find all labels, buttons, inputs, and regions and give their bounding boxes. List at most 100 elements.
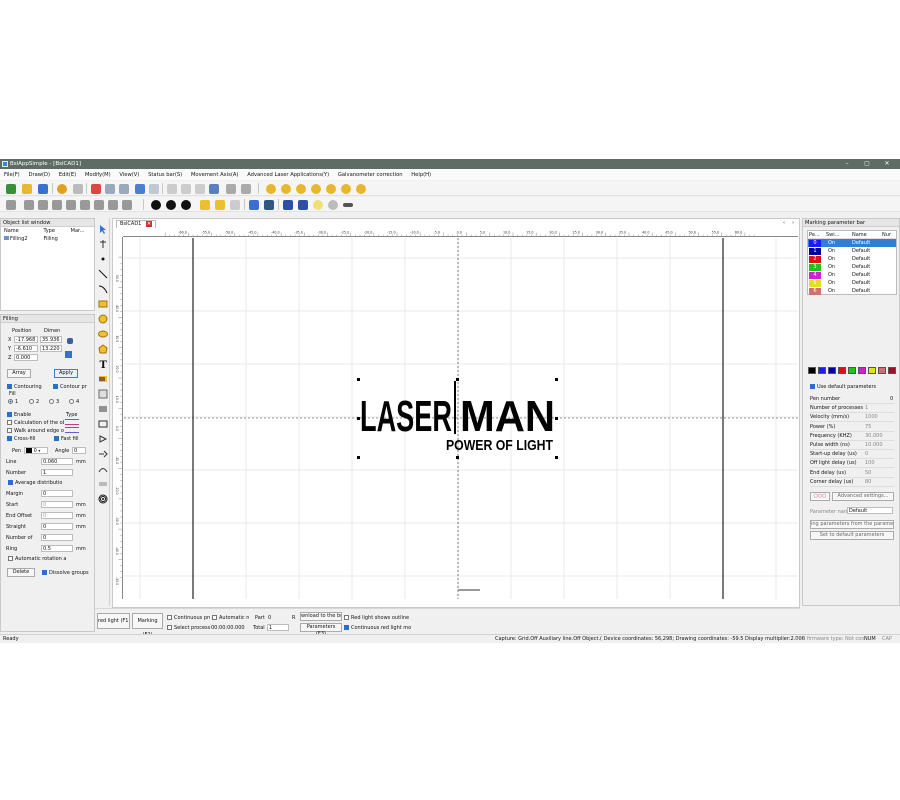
red-outline-checkbox[interactable] (344, 615, 349, 620)
align-top-icon[interactable] (66, 200, 76, 210)
menu-modify[interactable]: Modify(M) (81, 169, 114, 178)
close-circle-icon[interactable] (181, 200, 191, 210)
menu-draw[interactable]: Draw(D) (24, 169, 53, 178)
column-type[interactable]: Type (40, 227, 67, 235)
enable-checkbox[interactable] (7, 412, 12, 417)
zoom-page-icon[interactable] (326, 184, 336, 194)
polygon-tool-icon[interactable] (98, 344, 108, 354)
unlock-icon[interactable] (215, 200, 225, 210)
spiral-tool-icon[interactable] (98, 494, 108, 504)
pen-color-swatch[interactable] (828, 367, 836, 374)
menu-movement-axis[interactable]: Movement Axis(A) (187, 169, 242, 178)
pen-row[interactable]: 5 On Default (808, 279, 896, 287)
angle-input[interactable]: 0 (72, 447, 86, 454)
parameter-value[interactable]: 0 (865, 451, 868, 457)
delete-button[interactable]: Delete (7, 568, 35, 577)
pen-color-swatch[interactable] (838, 367, 846, 374)
array-button[interactable]: Array (7, 369, 31, 378)
half-circle-icon[interactable] (166, 200, 176, 210)
text-tool-icon[interactable]: T (98, 359, 108, 369)
copy-icon[interactable] (105, 184, 115, 194)
timer-tool-icon[interactable] (98, 419, 108, 429)
same-width-icon[interactable] (108, 200, 118, 210)
lock-icon[interactable] (200, 200, 210, 210)
light-icon[interactable] (313, 200, 323, 210)
output-port-icon[interactable] (98, 449, 108, 459)
lock-ratio-icon[interactable] (67, 338, 73, 344)
line-input[interactable]: 0.060 (41, 458, 73, 465)
align-icon[interactable] (226, 184, 236, 194)
undo-icon[interactable] (135, 184, 145, 194)
continuous-red-checkbox[interactable] (344, 625, 349, 630)
align-center-icon[interactable] (38, 200, 48, 210)
image-icon[interactable] (209, 184, 219, 194)
apply-button[interactable]: Apply (54, 369, 78, 378)
redo-icon[interactable] (149, 184, 159, 194)
tab-scroll-left-icon[interactable]: ‹ (783, 220, 785, 226)
layer-icon[interactable] (230, 200, 240, 210)
pen-color-swatch[interactable] (848, 367, 856, 374)
same-height-icon[interactable] (122, 200, 132, 210)
menu-advanced-laser[interactable]: Advanced Laser Applications(Y) (243, 169, 332, 178)
barcode-tool-icon[interactable] (98, 374, 108, 384)
fast-fill-checkbox[interactable] (54, 436, 59, 441)
pen-switch[interactable]: On (828, 280, 835, 286)
marking-button[interactable]: Marking (F2) (132, 613, 163, 638)
print-icon[interactable] (73, 184, 83, 194)
cross-fill-checkbox[interactable] (7, 436, 12, 441)
circle-marker-icon[interactable] (151, 200, 161, 210)
advanced-settings-button[interactable]: Advanced settings... (832, 492, 894, 501)
point-tool-icon[interactable] (98, 254, 108, 264)
zoom-fit-icon[interactable] (296, 184, 306, 194)
pen-color-swatch[interactable] (818, 367, 826, 374)
parameters-button[interactable]: Parameters (F3) (300, 623, 342, 637)
circle-tool-icon[interactable] (98, 314, 108, 324)
bitmap-tool-icon[interactable] (98, 389, 108, 399)
vector-tool-icon[interactable] (98, 404, 108, 414)
get-parameters-button[interactable]: ing parameters from the parameter li (810, 520, 894, 529)
menu-status-bar[interactable]: Status bar(S) (144, 169, 185, 178)
total-input[interactable]: 1 (267, 624, 289, 631)
zoom-all-icon[interactable] (341, 184, 351, 194)
column-mark[interactable]: Mar... (68, 227, 94, 235)
pen-row[interactable]: 3 On Default (808, 263, 896, 271)
ungroup-icon[interactable] (181, 184, 191, 194)
straight-input[interactable]: 0 (41, 523, 73, 530)
horizontal-scrollbar[interactable] (458, 589, 480, 591)
input-port-icon[interactable] (98, 434, 108, 444)
continuous-processing-checkbox[interactable] (167, 615, 172, 620)
cut-icon[interactable] (91, 184, 101, 194)
automatic-rotation-checkbox[interactable] (8, 556, 13, 561)
mirror-icon[interactable] (283, 200, 293, 210)
node-edit-icon[interactable] (264, 200, 274, 210)
menu-edit[interactable]: Edit(E) (55, 169, 79, 178)
open-icon[interactable] (22, 184, 32, 194)
pen-switch[interactable]: On (828, 288, 835, 294)
align-right-icon[interactable] (52, 200, 62, 210)
z-position-input[interactable]: 0.000 (14, 354, 38, 361)
distribute-icon[interactable] (241, 184, 251, 194)
parameter-value[interactable]: 100 (865, 460, 875, 466)
group-icon[interactable] (167, 184, 177, 194)
table-row[interactable]: Filling2 Filling (1, 235, 94, 243)
tab-scroll-right-icon[interactable]: › (792, 220, 794, 226)
advanced-toggle-button[interactable]: ○○○ (810, 492, 830, 501)
parameter-value[interactable]: 30.000 (865, 433, 883, 439)
motion-tool-icon[interactable] (98, 464, 108, 474)
menu-galvanometer[interactable]: Galvanometer correction (334, 169, 406, 178)
node-tool-icon[interactable] (98, 239, 108, 249)
fill-type-pattern-icon[interactable] (65, 419, 79, 425)
menu-view[interactable]: View(V) (115, 169, 142, 178)
column-number[interactable]: Nur (882, 232, 891, 238)
zoom-selection-icon[interactable] (311, 184, 321, 194)
parameter-value[interactable]: 80 (865, 479, 871, 485)
zoom-real-icon[interactable] (356, 184, 366, 194)
use-default-checkbox[interactable] (810, 384, 815, 389)
align-middle-icon[interactable] (80, 200, 90, 210)
pen-switch[interactable]: On (828, 248, 835, 254)
x-dimension-input[interactable]: 35.936 (40, 336, 62, 343)
settings-icon[interactable] (57, 184, 67, 194)
crosshair-icon[interactable] (6, 200, 16, 210)
align-bottom-icon[interactable] (94, 200, 104, 210)
walk-edge-checkbox[interactable] (7, 428, 12, 433)
